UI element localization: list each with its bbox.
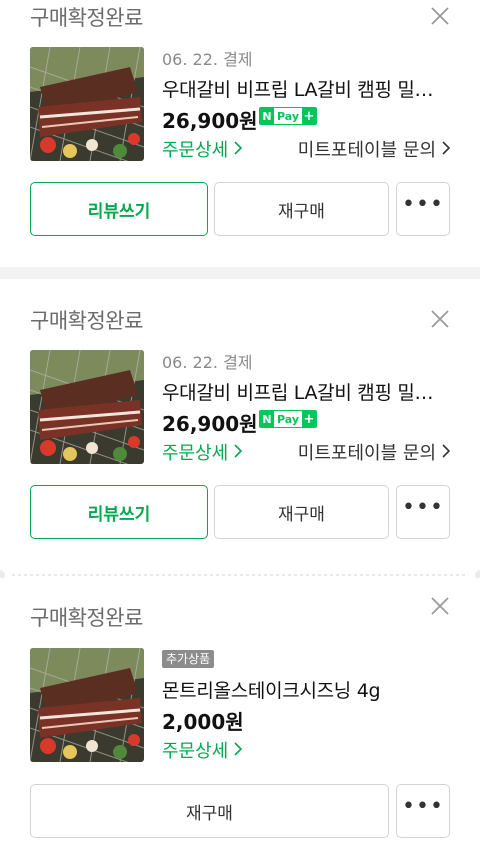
npay-badge: N Pay + xyxy=(259,107,317,125)
chevron-right-icon xyxy=(442,139,451,160)
npay-label: Pay xyxy=(276,109,300,123)
product-name[interactable]: 우대갈비 비프립 LA갈비 캠핑 밀키트 선물세트 xyxy=(162,378,450,405)
rebuy-button[interactable]: 재구매 xyxy=(214,485,389,539)
seller-inquiry-link[interactable]: 미트포테이블 문의 xyxy=(297,439,451,465)
section-separator xyxy=(0,267,480,279)
more-icon: ••• xyxy=(402,192,444,217)
npay-badge: N Pay + xyxy=(259,410,317,428)
product-thumbnail[interactable] xyxy=(30,47,144,161)
more-icon: ••• xyxy=(402,495,444,520)
npay-n-icon: N xyxy=(260,411,274,427)
additional-product-tag: 추가상품 xyxy=(162,650,215,668)
order-detail-link[interactable]: 주문상세 xyxy=(162,737,243,763)
product-price: 26,900원 xyxy=(162,109,258,133)
npay-n-icon: N xyxy=(260,108,274,124)
order-status: 구매확정완료 xyxy=(30,606,143,630)
chevron-right-icon xyxy=(234,442,243,463)
npay-label: Pay xyxy=(276,412,300,426)
plus-icon: + xyxy=(302,108,316,124)
write-review-button[interactable]: 리뷰쓰기 xyxy=(30,182,208,236)
more-options-button[interactable]: ••• xyxy=(396,182,450,236)
order-detail-link[interactable]: 주문상세 xyxy=(162,439,243,465)
order-card-2: 구매확정완료 06. 22. 결제 우대갈비 비프립 LA갈비 캠핑 밀키트 선… xyxy=(0,279,480,565)
write-review-button[interactable]: 리뷰쓰기 xyxy=(30,485,208,539)
rebuy-button[interactable]: 재구매 xyxy=(214,182,389,236)
close-icon[interactable] xyxy=(430,6,450,26)
order-date: 06. 22. 결제 xyxy=(162,50,253,69)
order-date: 06. 22. 결제 xyxy=(162,353,253,372)
dashed-divider xyxy=(0,565,480,580)
product-name[interactable]: 우대갈비 비프립 LA갈비 캠핑 밀키트 선물세트 xyxy=(162,75,450,102)
product-thumbnail[interactable] xyxy=(30,350,144,464)
seller-inquiry-label: 미트포테이블 문의 xyxy=(297,443,436,464)
plus-icon: + xyxy=(302,411,316,427)
seller-inquiry-link[interactable]: 미트포테이블 문의 xyxy=(297,136,451,162)
product-price: 2,000원 xyxy=(162,710,244,734)
order-status: 구매확정완료 xyxy=(30,6,143,30)
chevron-right-icon xyxy=(234,740,243,761)
order-card-3: 구매확정완료 추가상품 몬트리올스테이크시즈닝 4g 2,000원 주문상세 재… xyxy=(0,578,480,841)
order-card-1: 구매확정완료 06. 22. 결제 우대갈비 비프립 LA갈비 캠핑 밀키트 선… xyxy=(0,0,480,267)
more-options-button[interactable]: ••• xyxy=(396,485,450,539)
chevron-right-icon xyxy=(442,442,451,463)
product-thumbnail[interactable] xyxy=(30,648,144,762)
close-icon[interactable] xyxy=(430,309,450,329)
product-price: 26,900원 xyxy=(162,412,258,436)
order-detail-link[interactable]: 주문상세 xyxy=(162,136,243,162)
order-detail-label: 주문상세 xyxy=(162,140,229,161)
chevron-right-icon xyxy=(234,139,243,160)
product-name[interactable]: 몬트리올스테이크시즈닝 4g xyxy=(162,676,450,703)
more-icon: ••• xyxy=(402,794,444,819)
rebuy-button[interactable]: 재구매 xyxy=(30,784,389,838)
order-detail-label: 주문상세 xyxy=(162,741,229,762)
seller-inquiry-label: 미트포테이블 문의 xyxy=(297,140,436,161)
order-status: 구매확정완료 xyxy=(30,309,143,333)
close-icon[interactable] xyxy=(430,596,450,616)
more-options-button[interactable]: ••• xyxy=(396,784,450,838)
order-detail-label: 주문상세 xyxy=(162,443,229,464)
